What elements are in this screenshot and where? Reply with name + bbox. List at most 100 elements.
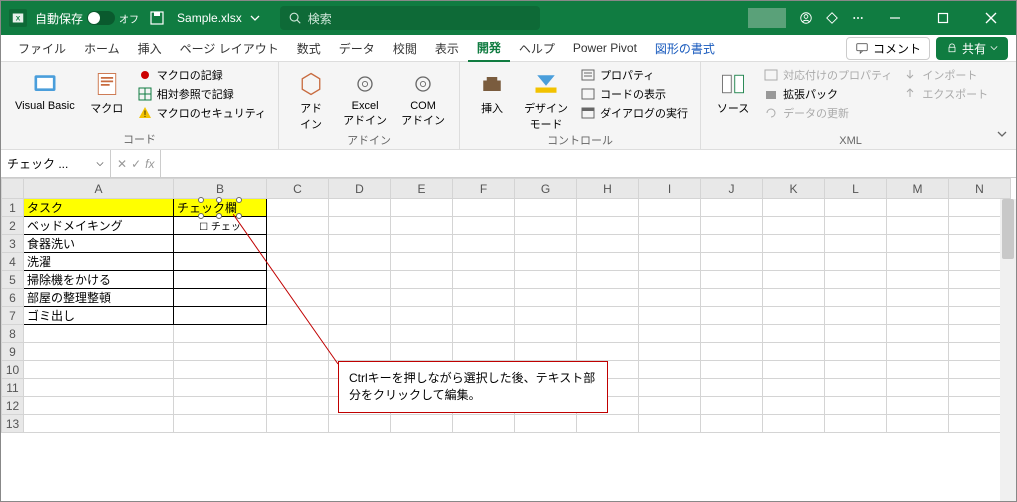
share-button[interactable]: 共有 xyxy=(936,37,1008,60)
row-header[interactable]: 4 xyxy=(2,253,24,271)
tab-view[interactable]: 表示 xyxy=(426,35,468,62)
insert-control-button[interactable]: 挿入 xyxy=(470,64,514,132)
cell[interactable] xyxy=(391,343,453,361)
cell[interactable] xyxy=(515,343,577,361)
cell[interactable] xyxy=(267,271,329,289)
cell[interactable] xyxy=(267,253,329,271)
cell[interactable] xyxy=(639,361,701,379)
toggle-switch-icon[interactable] xyxy=(87,11,115,25)
cell[interactable] xyxy=(825,343,887,361)
tab-data[interactable]: データ xyxy=(330,35,384,62)
cell[interactable] xyxy=(763,379,825,397)
col-header-G[interactable]: G xyxy=(515,179,577,199)
vertical-scrollbar[interactable] xyxy=(1000,199,1016,501)
cell[interactable] xyxy=(825,217,887,235)
cell-A3[interactable]: 食器洗い xyxy=(24,235,174,253)
cell[interactable] xyxy=(453,325,515,343)
spreadsheet-grid[interactable]: A B C D E F G H I J K L M N 1タスクチェック欄 2ベ… xyxy=(1,178,1016,501)
col-header-I[interactable]: I xyxy=(639,179,701,199)
cell[interactable] xyxy=(577,307,639,325)
cell-B3[interactable] xyxy=(174,235,267,253)
cell[interactable] xyxy=(763,253,825,271)
cell[interactable] xyxy=(24,415,174,433)
chevron-down-icon[interactable] xyxy=(96,160,104,168)
excel-addins-button[interactable]: Excel アドイン xyxy=(339,64,391,132)
col-header-M[interactable]: M xyxy=(887,179,949,199)
record-macro-button[interactable]: マクロの記録 xyxy=(135,66,268,84)
cell[interactable] xyxy=(391,253,453,271)
cell[interactable] xyxy=(887,397,949,415)
cell-B6[interactable] xyxy=(174,289,267,307)
row-header[interactable]: 1 xyxy=(2,199,24,217)
cell[interactable] xyxy=(887,253,949,271)
cell[interactable] xyxy=(24,379,174,397)
cell-A4[interactable]: 洗濯 xyxy=(24,253,174,271)
cell[interactable] xyxy=(825,415,887,433)
cell[interactable] xyxy=(825,325,887,343)
cell[interactable] xyxy=(701,289,763,307)
cell[interactable] xyxy=(174,379,267,397)
cell[interactable] xyxy=(887,217,949,235)
tab-file[interactable]: ファイル xyxy=(9,35,75,62)
source-button[interactable]: ソース xyxy=(711,64,755,135)
filename-label[interactable]: Sample.xlsx xyxy=(177,11,242,25)
cell[interactable] xyxy=(701,217,763,235)
cell[interactable] xyxy=(267,235,329,253)
visual-basic-button[interactable]: Visual Basic xyxy=(11,64,79,131)
fx-button[interactable]: fx xyxy=(145,157,154,171)
refresh-data-button[interactable]: データの更新 xyxy=(761,104,894,122)
cell[interactable] xyxy=(515,217,577,235)
cell[interactable] xyxy=(639,289,701,307)
cell[interactable] xyxy=(825,379,887,397)
tab-powerpivot[interactable]: Power Pivot xyxy=(564,35,646,62)
tab-developer[interactable]: 開発 xyxy=(468,35,510,62)
cell[interactable] xyxy=(825,253,887,271)
cell[interactable] xyxy=(825,199,887,217)
cell[interactable] xyxy=(515,253,577,271)
select-all-button[interactable] xyxy=(2,179,24,199)
cell[interactable] xyxy=(329,271,391,289)
cell[interactable] xyxy=(391,415,453,433)
row-header[interactable]: 8 xyxy=(2,325,24,343)
cell[interactable] xyxy=(577,199,639,217)
run-dialog-button[interactable]: ダイアログの実行 xyxy=(578,104,690,122)
col-header-E[interactable]: E xyxy=(391,179,453,199)
minimize-button[interactable] xyxy=(878,1,912,35)
col-header-N[interactable]: N xyxy=(949,179,1011,199)
row-header[interactable]: 13 xyxy=(2,415,24,433)
cell[interactable] xyxy=(329,235,391,253)
row-header[interactable]: 5 xyxy=(2,271,24,289)
com-addins-button[interactable]: COM アドイン xyxy=(397,64,449,132)
cell[interactable] xyxy=(515,415,577,433)
cell[interactable] xyxy=(329,415,391,433)
col-header-K[interactable]: K xyxy=(763,179,825,199)
cell[interactable] xyxy=(701,235,763,253)
cell-A1[interactable]: タスク xyxy=(24,199,174,217)
cell[interactable] xyxy=(701,361,763,379)
checkbox-form-control[interactable] xyxy=(201,200,239,216)
cell[interactable] xyxy=(453,289,515,307)
cell[interactable] xyxy=(701,199,763,217)
chevron-down-icon[interactable] xyxy=(250,13,260,23)
cell[interactable] xyxy=(763,217,825,235)
cell[interactable] xyxy=(577,325,639,343)
cell[interactable] xyxy=(174,397,267,415)
relative-ref-button[interactable]: 相対参照で記録 xyxy=(135,85,268,103)
row-header[interactable]: 11 xyxy=(2,379,24,397)
name-box[interactable]: チェック ... xyxy=(1,150,111,177)
cell[interactable] xyxy=(763,235,825,253)
diamond-icon[interactable] xyxy=(826,12,838,24)
cell-B4[interactable] xyxy=(174,253,267,271)
cell[interactable] xyxy=(174,343,267,361)
cell-A6[interactable]: 部屋の整理整頓 xyxy=(24,289,174,307)
cell[interactable] xyxy=(24,361,174,379)
tab-insert[interactable]: 挿入 xyxy=(129,35,171,62)
cell[interactable] xyxy=(763,289,825,307)
cell[interactable] xyxy=(887,199,949,217)
maximize-button[interactable] xyxy=(926,1,960,35)
save-button[interactable] xyxy=(149,10,165,26)
cell[interactable] xyxy=(267,361,329,379)
cell[interactable] xyxy=(763,415,825,433)
col-header-H[interactable]: H xyxy=(577,179,639,199)
cell[interactable] xyxy=(763,199,825,217)
